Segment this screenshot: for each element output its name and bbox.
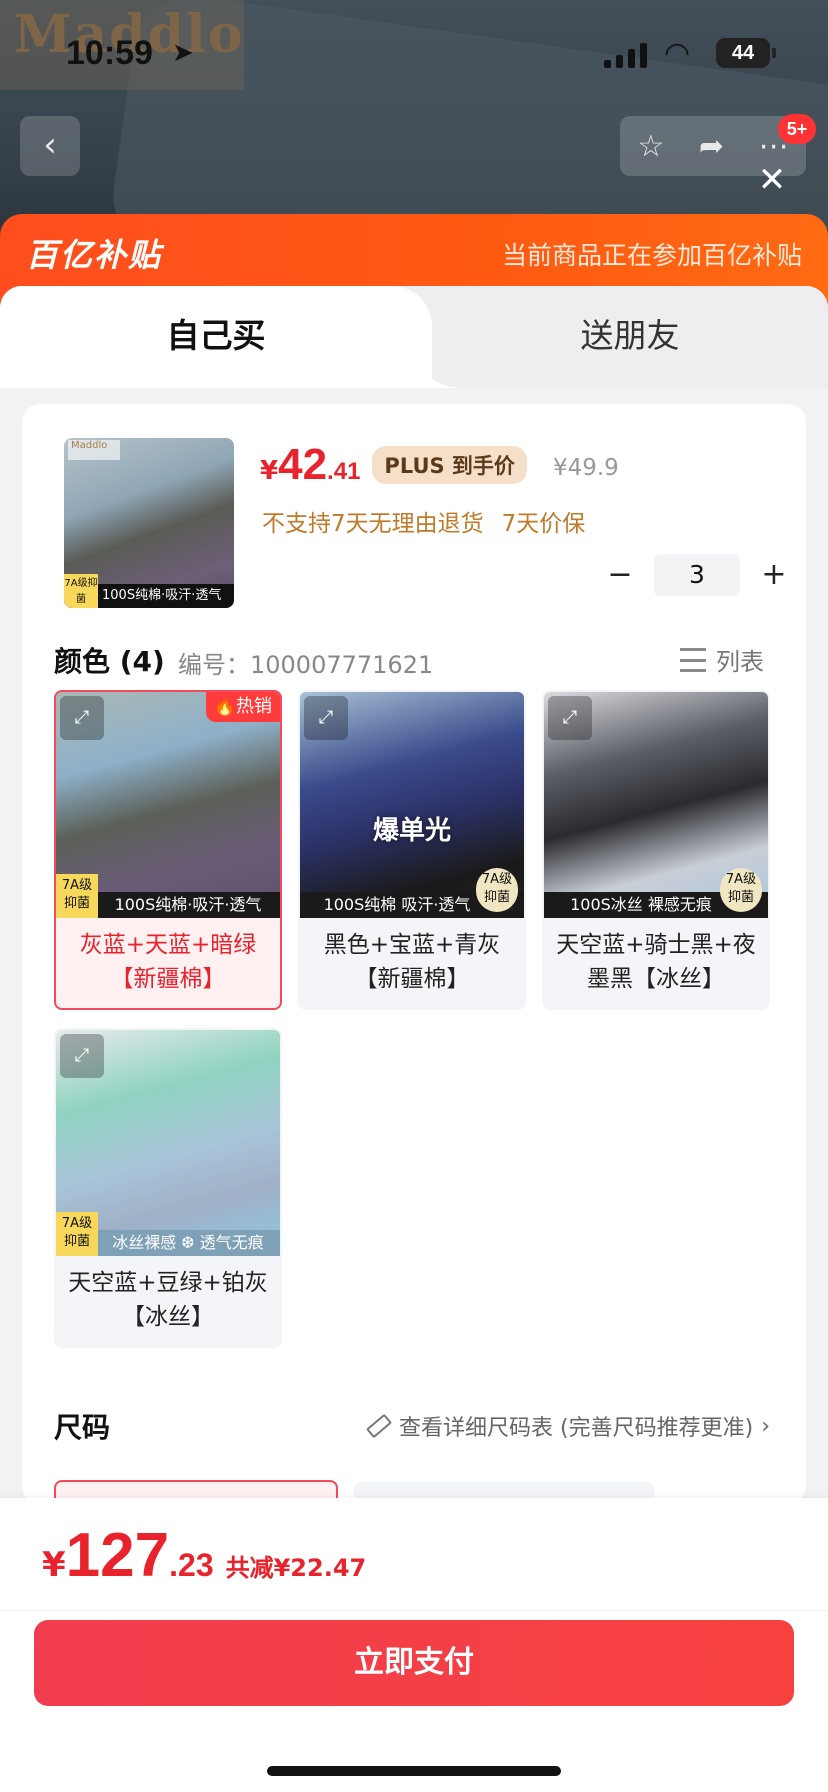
- product-card: Maddlo 100S纯棉·吸汗·透气 7A级抑菌 ¥ 42 .41 PLUS …: [22, 404, 806, 1522]
- home-indicator: [267, 1766, 561, 1776]
- ruler-icon: [365, 1413, 393, 1439]
- subsidy-note: 当前商品正在参加百亿补贴: [501, 241, 802, 270]
- back-button[interactable]: ‹: [20, 116, 80, 176]
- battery-icon: 44: [716, 38, 776, 68]
- variant-image: ⤢ 7A级抑菌 100S冰丝 裸感无痕: [544, 692, 768, 918]
- close-icon[interactable]: ✕: [752, 160, 792, 200]
- checkout-footer: ¥ 127 .23 共减¥22.47 立即支付: [0, 1498, 828, 1792]
- price-symbol: ¥: [260, 456, 279, 486]
- variant-image: ⤢ 7A级抑菌 冰丝裸感 ❆ 透气无痕: [56, 1030, 280, 1256]
- variant-option[interactable]: ⤢ 7A级抑菌 冰丝裸感 ❆ 透气无痕 天空蓝+豆绿+铂灰【冰丝】: [54, 1028, 282, 1348]
- size-chart-link[interactable]: 查看详细尺码表 (完善尺码推荐更准) ›: [365, 1410, 770, 1442]
- purchase-tabs: 自己买 送朋友: [0, 286, 828, 388]
- total-integer: 127: [65, 1521, 170, 1590]
- variant-label: 灰蓝+天蓝+暗绿【新疆棉】: [79, 932, 257, 992]
- status-bar: 10:59 ➤ ◠ 44: [0, 0, 828, 110]
- discount-amount: 共减¥22.47: [225, 1554, 367, 1582]
- increase-button[interactable]: +: [754, 555, 794, 595]
- chevron-left-icon: ‹: [43, 125, 57, 165]
- overlay-text: 爆单光: [372, 816, 451, 846]
- hot-sale-badge: 🔥热销: [205, 692, 280, 722]
- quantity-value[interactable]: 3: [654, 554, 740, 596]
- antibacterial-tag: 7A级抑菌: [56, 874, 98, 918]
- variant-option[interactable]: ⤢ 🔥热销 7A级抑菌 100S纯棉·吸汗·透气 灰蓝+天蓝+暗绿【新疆棉】: [54, 690, 282, 1010]
- chevron-right-icon: ›: [761, 1413, 770, 1439]
- antibacterial-tag: 7A级抑菌: [720, 868, 762, 912]
- original-price: ¥49.9: [552, 455, 619, 481]
- thumb-brand-logo: Maddlo: [68, 440, 120, 460]
- antibacterial-tag: 7A级抑菌: [56, 1212, 98, 1256]
- variant-label: 天空蓝+骑士黑+夜墨黑【冰丝】: [556, 932, 756, 992]
- wifi-icon: ◠: [664, 36, 691, 71]
- variant-image: ⤢ 爆单光 7A级抑菌 100S纯棉 吸汗·透气: [300, 692, 524, 918]
- no-return-notice: 不支持7天无理由退货: [262, 511, 484, 537]
- tab-gift-friend[interactable]: 送朋友: [432, 286, 828, 388]
- variant-option[interactable]: ⤢ 爆单光 7A级抑菌 100S纯棉 吸汗·透气 黑色+宝蓝+青灰【新疆棉】: [298, 690, 526, 1010]
- plus-price-tag: PLUS 到手价: [372, 446, 527, 484]
- tab-buy-for-self[interactable]: 自己买: [0, 286, 458, 388]
- subsidy-logo: 百亿补贴: [26, 236, 163, 274]
- color-section-title: 颜色 (4): [54, 645, 165, 678]
- expand-icon[interactable]: ⤢: [548, 696, 592, 740]
- color-variants: ⤢ 🔥热销 7A级抑菌 100S纯棉·吸汗·透气 灰蓝+天蓝+暗绿【新疆棉】 ⤢…: [54, 690, 774, 1390]
- product-code: 编号：100007771621: [178, 651, 434, 679]
- share-icon[interactable]: ➦: [699, 129, 724, 164]
- price-integer: 42: [278, 440, 328, 489]
- thumb-antibacterial-tag: 7A级抑菌: [64, 574, 98, 608]
- size-chart-label: 查看详细尺码表 (完善尺码推荐更准): [399, 1416, 754, 1441]
- cellular-signal-icon: [604, 42, 647, 68]
- status-time: 10:59: [66, 34, 153, 72]
- variant-image: ⤢ 🔥热销 7A级抑菌 100S纯棉·吸汗·透气: [56, 692, 280, 918]
- price-decimal: .41: [327, 458, 361, 485]
- variant-label: 天空蓝+豆绿+铂灰【冰丝】: [68, 1270, 268, 1330]
- quantity-stepper: − 3 +: [600, 554, 794, 596]
- service-notice: 不支持7天无理由退货 7天价保: [262, 504, 585, 538]
- size-section-title: 尺码: [54, 1411, 111, 1444]
- location-arrow-icon: ➤: [172, 38, 194, 68]
- price-protect-notice: 7天价保: [501, 511, 586, 537]
- list-view-toggle[interactable]: 列表: [680, 642, 764, 677]
- variant-label: 黑色+宝蓝+青灰【新疆棉】: [323, 932, 501, 992]
- variant-option[interactable]: ⤢ 7A级抑菌 100S冰丝 裸感无痕 天空蓝+骑士黑+夜墨黑【冰丝】: [542, 690, 770, 1010]
- total-decimal: .23: [169, 1547, 214, 1583]
- list-icon: [680, 647, 706, 672]
- expand-icon[interactable]: ⤢: [304, 696, 348, 740]
- hot-sale-label: 热销: [236, 696, 272, 717]
- total-symbol: ¥: [42, 1545, 66, 1585]
- expand-icon[interactable]: ⤢: [60, 696, 104, 740]
- expand-icon[interactable]: ⤢: [60, 1034, 104, 1078]
- product-thumbnail[interactable]: Maddlo 100S纯棉·吸汗·透气 7A级抑菌: [64, 438, 234, 608]
- antibacterial-tag: 7A级抑菌: [476, 868, 518, 912]
- decrease-button[interactable]: −: [600, 555, 640, 595]
- list-toggle-label: 列表: [716, 648, 764, 676]
- divider: [0, 1610, 828, 1611]
- price-row: ¥ 42 .41 PLUS 到手价 ¥49.9: [260, 440, 619, 490]
- message-badge: 5+: [778, 114, 816, 144]
- total-price: ¥ 127 .23 共减¥22.47: [42, 1520, 366, 1591]
- star-icon[interactable]: ☆: [637, 129, 664, 164]
- pay-now-button[interactable]: 立即支付: [34, 1620, 794, 1706]
